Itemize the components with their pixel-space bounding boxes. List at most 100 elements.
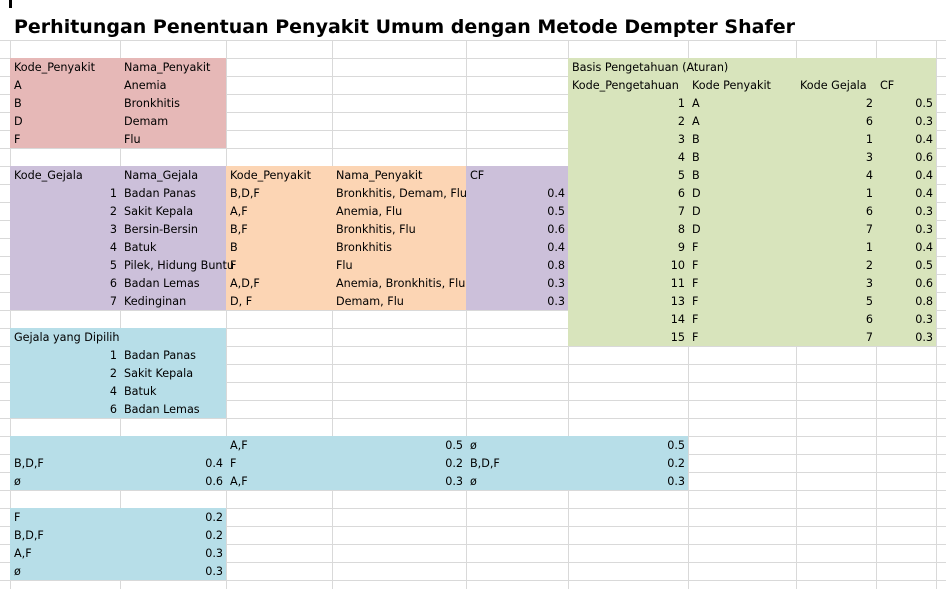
basis-kode-pengetahuan[interactable]: 6: [569, 185, 688, 203]
gejala-kode-penyakit[interactable]: A,D,F: [227, 275, 332, 293]
basis-cf[interactable]: 0.3: [877, 221, 936, 239]
basis-kode-pengetahuan[interactable]: 8: [569, 221, 688, 239]
gejala-kode[interactable]: 4: [11, 239, 120, 257]
hasil-set[interactable]: B,D,F: [11, 527, 120, 545]
kombinasi-value-a[interactable]: [121, 437, 226, 455]
kombinasi-value-a[interactable]: 0.4: [121, 455, 226, 473]
basis-cf[interactable]: 0.6: [877, 149, 936, 167]
kombinasi-value-c[interactable]: 0.2: [569, 455, 688, 473]
basis-kode-gejala[interactable]: 4: [797, 167, 876, 185]
header-kode-pengetahuan[interactable]: Kode_Pengetahuan: [569, 77, 688, 95]
basis-kode-pengetahuan[interactable]: 13: [569, 293, 688, 311]
basis-kode-pengetahuan[interactable]: 10: [569, 257, 688, 275]
dipilih-nama[interactable]: Badan Panas: [121, 347, 226, 365]
basis-cf[interactable]: 0.5: [877, 257, 936, 275]
gejala-kode[interactable]: 6: [11, 275, 120, 293]
basis-cf[interactable]: 0.8: [877, 293, 936, 311]
basis-kode-pengetahuan[interactable]: 15: [569, 329, 688, 347]
header-nama-penyakit[interactable]: Nama_Penyakit: [333, 167, 466, 185]
gejala-nama[interactable]: Kedinginan: [121, 293, 226, 311]
basis-kode-penyakit[interactable]: A: [689, 95, 796, 113]
gejala-kode[interactable]: 5: [11, 257, 120, 275]
dipilih-kode[interactable]: 4: [11, 383, 120, 401]
penyakit-kode[interactable]: F: [11, 131, 120, 149]
header-kode-gejala[interactable]: Kode Gejala: [797, 77, 876, 95]
gejala-nama[interactable]: Bersin-Bersin: [121, 221, 226, 239]
gejala-cf[interactable]: 0.5: [467, 203, 568, 221]
gejala-kode-penyakit[interactable]: B,F: [227, 221, 332, 239]
hasil-set[interactable]: F: [11, 509, 120, 527]
gejala-kode[interactable]: 3: [11, 221, 120, 239]
basis-kode-pengetahuan[interactable]: 14: [569, 311, 688, 329]
kombinasi-value-c[interactable]: 0.3: [569, 473, 688, 491]
header-cf[interactable]: CF: [877, 77, 936, 95]
gejala-kode-penyakit[interactable]: B: [227, 239, 332, 257]
header-nama-gejala[interactable]: Nama_Gejala: [121, 167, 226, 185]
basis-kode-pengetahuan[interactable]: 3: [569, 131, 688, 149]
basis-kode-pengetahuan[interactable]: 5: [569, 167, 688, 185]
basis-cf[interactable]: 0.4: [877, 167, 936, 185]
basis-kode-gejala[interactable]: 3: [797, 149, 876, 167]
basis-kode-penyakit[interactable]: A: [689, 113, 796, 131]
basis-kode-gejala[interactable]: 6: [797, 311, 876, 329]
basis-kode-penyakit[interactable]: D: [689, 221, 796, 239]
hasil-value[interactable]: 0.3: [121, 563, 226, 581]
header-nama-penyakit[interactable]: Nama_Penyakit: [121, 59, 226, 77]
basis-kode-penyakit[interactable]: B: [689, 131, 796, 149]
gejala-nama-penyakit[interactable]: Bronkhitis: [333, 239, 466, 257]
penyakit-nama[interactable]: Demam: [121, 113, 226, 131]
header-kode-penyakit[interactable]: Kode Penyakit: [689, 77, 796, 95]
gejala-cf[interactable]: 0.3: [467, 293, 568, 311]
kombinasi-set-b[interactable]: F: [227, 455, 332, 473]
gejala-nama[interactable]: Batuk: [121, 239, 226, 257]
basis-kode-penyakit[interactable]: F: [689, 329, 796, 347]
spreadsheet-grid[interactable]: Kode_Penyakit Nama_Penyakit A Anemia B Bronkh…: [0, 0, 946, 589]
gejala-kode-penyakit[interactable]: B,D,F: [227, 185, 332, 203]
penyakit-kode[interactable]: A: [11, 77, 120, 95]
gejala-kode[interactable]: 1: [11, 185, 120, 203]
penyakit-nama[interactable]: Anemia: [121, 77, 226, 95]
kombinasi-set-a[interactable]: [11, 437, 120, 455]
dipilih-kode[interactable]: 2: [11, 365, 120, 383]
basis-kode-penyakit[interactable]: D: [689, 185, 796, 203]
basis-kode-gejala[interactable]: 3: [797, 275, 876, 293]
gejala-nama[interactable]: Badan Lemas: [121, 275, 226, 293]
gejala-cf[interactable]: 0.4: [467, 185, 568, 203]
hasil-set[interactable]: ø: [11, 563, 120, 581]
gejala-nama[interactable]: Sakit Kepala: [121, 203, 226, 221]
basis-kode-gejala[interactable]: 5: [797, 293, 876, 311]
basis-kode-pengetahuan[interactable]: 1: [569, 95, 688, 113]
basis-kode-gejala[interactable]: 7: [797, 329, 876, 347]
gejala-kode-penyakit[interactable]: D, F: [227, 293, 332, 311]
basis-kode-gejala[interactable]: 2: [797, 95, 876, 113]
gejala-cf[interactable]: 0.6: [467, 221, 568, 239]
basis-cf[interactable]: 0.3: [877, 329, 936, 347]
gejala-nama-penyakit[interactable]: Bronkhitis, Flu: [333, 221, 466, 239]
header-kode-gejala[interactable]: Kode_Gejala: [11, 167, 120, 185]
kombinasi-set-c[interactable]: B,D,F: [467, 455, 568, 473]
basis-kode-pengetahuan[interactable]: 9: [569, 239, 688, 257]
gejala-nama-penyakit[interactable]: Bronkhitis, Demam, Flu: [333, 185, 467, 203]
header-kode-penyakit[interactable]: Kode_Penyakit: [11, 59, 120, 77]
gejala-cf[interactable]: 0.3: [467, 275, 568, 293]
gejala-cf[interactable]: 0.4: [467, 239, 568, 257]
gejala-nama[interactable]: Badan Panas: [121, 185, 226, 203]
header-cf[interactable]: CF: [467, 167, 568, 185]
basis-kode-gejala[interactable]: 1: [797, 185, 876, 203]
dipilih-nama[interactable]: Batuk: [121, 383, 226, 401]
basis-kode-penyakit[interactable]: D: [689, 203, 796, 221]
basis-kode-gejala[interactable]: 7: [797, 221, 876, 239]
basis-kode-penyakit[interactable]: B: [689, 149, 796, 167]
basis-kode-pengetahuan[interactable]: 11: [569, 275, 688, 293]
gejala-kode-penyakit[interactable]: F: [227, 257, 332, 275]
gejala-kode[interactable]: 7: [11, 293, 120, 311]
basis-cf[interactable]: 0.4: [877, 185, 936, 203]
basis-kode-pengetahuan[interactable]: 7: [569, 203, 688, 221]
gejala-nama-penyakit[interactable]: Flu: [333, 257, 466, 275]
basis-kode-penyakit[interactable]: F: [689, 293, 796, 311]
kombinasi-set-b[interactable]: A,F: [227, 473, 332, 491]
penyakit-nama[interactable]: Flu: [121, 131, 226, 149]
gejala-nama-penyakit[interactable]: Anemia, Flu: [333, 203, 466, 221]
gejala-kode[interactable]: 2: [11, 203, 120, 221]
basis-cf[interactable]: 0.3: [877, 311, 936, 329]
